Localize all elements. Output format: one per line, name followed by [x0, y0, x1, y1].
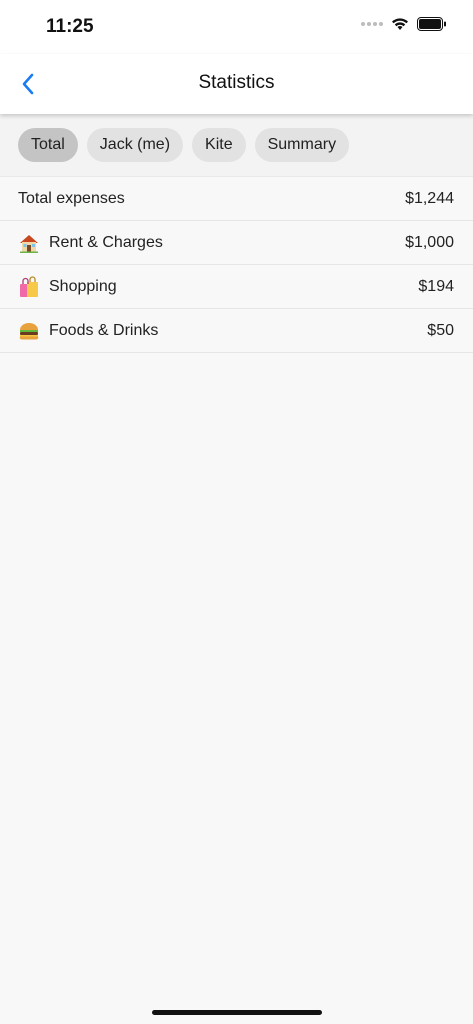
page-title: Statistics: [198, 72, 275, 93]
list-item-value: $1,000: [405, 233, 454, 251]
hamburger-emoji-icon: [18, 320, 40, 342]
home-indicator[interactable]: [152, 1010, 322, 1015]
list-item-label: Shopping: [49, 277, 117, 295]
list-item[interactable]: Foods & Drinks $50: [0, 309, 473, 353]
list-item-label: Rent & Charges: [49, 233, 163, 251]
list-item-value: $50: [427, 321, 454, 339]
list-item[interactable]: Shopping $194: [0, 265, 473, 309]
battery-icon: [417, 17, 446, 31]
list-item-label: Foods & Drinks: [49, 321, 159, 339]
navigation-bar: Statistics: [0, 54, 473, 114]
tab-summary[interactable]: Summary: [254, 128, 350, 162]
expenses-list: Total expenses $1,244 Rent & Charges $1,…: [0, 176, 473, 353]
total-expenses-value: $1,244: [405, 189, 454, 207]
house-emoji-icon: [18, 232, 40, 254]
filter-tabs: Total Jack (me) Kite Summary: [0, 114, 473, 176]
status-time: 11:25: [46, 16, 94, 37]
cellular-signal-icon: [361, 22, 383, 26]
status-icons: [361, 17, 447, 31]
list-item[interactable]: Rent & Charges $1,000: [0, 221, 473, 265]
tab-jack-me[interactable]: Jack (me): [86, 128, 184, 162]
tab-total[interactable]: Total: [18, 128, 78, 162]
shopping-bags-emoji-icon: [18, 275, 40, 298]
total-expenses-row: Total expenses $1,244: [0, 177, 473, 221]
total-expenses-label: Total expenses: [18, 189, 125, 207]
status-bar: 11:25: [0, 0, 473, 54]
wifi-icon: [392, 18, 408, 30]
list-item-value: $194: [418, 277, 454, 295]
tab-kite[interactable]: Kite: [192, 128, 246, 162]
